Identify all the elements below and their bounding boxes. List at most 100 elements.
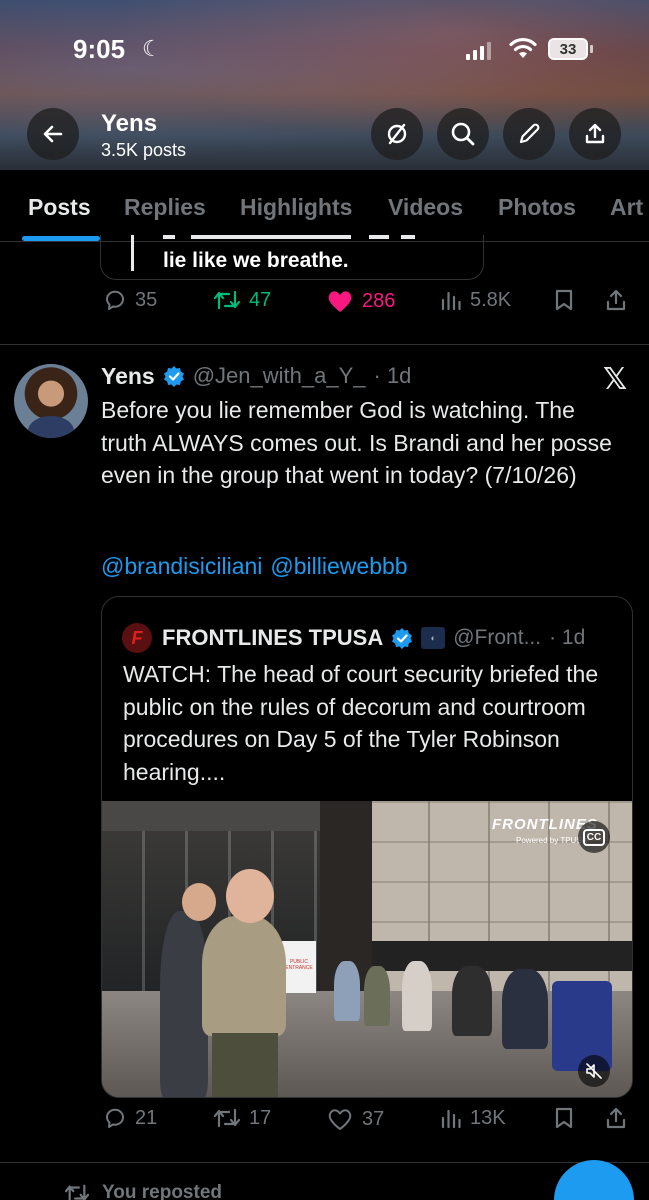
repost-icon xyxy=(64,1184,90,1200)
speaker-muted-icon xyxy=(586,1063,602,1079)
mute-button[interactable] xyxy=(578,1055,610,1087)
text-fragment xyxy=(163,235,175,239)
quoted-author-name: FRONTLINES TPUSA xyxy=(162,625,384,650)
mention-link[interactable]: @billiewebbb xyxy=(270,553,407,579)
reply-button[interactable]: 21 xyxy=(103,1106,157,1130)
previous-quote-card[interactable]: lie like we breathe. xyxy=(100,235,484,280)
bookmark-button[interactable] xyxy=(553,1106,575,1130)
text-fragment xyxy=(369,235,389,239)
seated-person xyxy=(364,966,390,1026)
seated-person xyxy=(402,961,432,1031)
search-button[interactable] xyxy=(437,108,489,160)
quoted-post-card[interactable]: F FRONTLINES TPUSA ◐ @Front... · 1d WATC… xyxy=(101,596,633,1098)
battery-icon: 33 xyxy=(548,38,588,60)
quoted-post-header: FRONTLINES TPUSA ◐ @Front... · 1d xyxy=(162,623,585,653)
repost-icon xyxy=(213,290,241,310)
previous-post-actions: 35 47 286 5.8K xyxy=(0,288,649,328)
wifi-icon xyxy=(509,37,537,58)
tab-art[interactable]: Art xyxy=(610,194,643,221)
reply-button[interactable]: 35 xyxy=(103,288,157,312)
compose-fab-button[interactable] xyxy=(554,1160,634,1200)
views-button[interactable]: 13K xyxy=(440,1106,506,1130)
tab-videos[interactable]: Videos xyxy=(388,194,463,221)
captions-button[interactable]: CC xyxy=(578,821,610,853)
status-time: 9:05 xyxy=(73,34,126,64)
grok-icon xyxy=(387,123,407,145)
author-name[interactable]: Yens xyxy=(101,363,155,390)
share-post-button[interactable] xyxy=(605,1106,627,1130)
repost-icon xyxy=(213,1108,241,1128)
analytics-icon xyxy=(441,1109,461,1129)
status-bar: 9:05 ☾ 33 xyxy=(0,30,649,70)
pencil-icon xyxy=(519,123,540,144)
quote-bar xyxy=(131,235,134,271)
person-head xyxy=(182,883,216,921)
view-count: 5.8K xyxy=(470,288,512,311)
like-count: 286 xyxy=(362,289,396,312)
like-count: 37 xyxy=(362,1107,385,1130)
like-button[interactable]: 37 xyxy=(326,1106,384,1132)
tab-highlights[interactable]: Highlights xyxy=(240,194,352,221)
reply-count: 35 xyxy=(135,288,158,311)
verified-badge-icon xyxy=(392,628,413,649)
profile-name: Yens xyxy=(101,110,158,137)
cc-icon: CC xyxy=(582,828,606,846)
tab-posts[interactable]: Posts xyxy=(28,194,91,221)
share-icon xyxy=(606,1107,626,1129)
tab-photos[interactable]: Photos xyxy=(498,194,576,221)
bookmark-button[interactable] xyxy=(553,288,575,312)
analytics-icon xyxy=(441,291,461,311)
search-icon xyxy=(451,122,475,146)
social-context: You reposted xyxy=(64,1182,222,1200)
x-logo-icon: 𝕏 xyxy=(603,363,628,396)
tab-replies[interactable]: Replies xyxy=(124,194,206,221)
post-mentions: @brandisiciliani @billiewebbb xyxy=(101,553,416,580)
repost-count: 47 xyxy=(249,288,272,311)
seated-person xyxy=(334,961,360,1021)
mention-link[interactable]: @brandisiciliani xyxy=(101,553,262,579)
heart-icon xyxy=(328,1109,352,1130)
reply-icon xyxy=(106,1108,124,1128)
seated-person xyxy=(452,966,492,1036)
views-button[interactable]: 5.8K xyxy=(440,288,511,312)
avatar[interactable] xyxy=(14,364,88,438)
battery-tip xyxy=(590,45,593,53)
like-button[interactable]: 286 xyxy=(326,288,395,314)
quoted-author-handle: @Front... xyxy=(453,626,542,649)
previous-quote-text: lie like we breathe. xyxy=(163,249,349,272)
person xyxy=(160,911,208,1097)
active-tab-indicator xyxy=(22,236,100,241)
arrow-left-icon xyxy=(43,125,63,143)
profile-tabs: Posts Replies Highlights Videos Photos A… xyxy=(0,170,649,242)
video-watermark-sub: Powered by TPUSA xyxy=(516,836,587,845)
compose-button[interactable] xyxy=(503,108,555,160)
share-icon xyxy=(606,289,626,311)
post-header: Yens @Jen_with_a_Y_ · 1d xyxy=(101,362,411,390)
bookmark-icon xyxy=(555,1107,573,1129)
verified-badge-icon xyxy=(163,366,184,387)
back-button[interactable] xyxy=(27,108,79,160)
share-post-button[interactable] xyxy=(605,288,627,312)
bookmark-icon xyxy=(555,289,573,311)
seated-person xyxy=(502,969,548,1049)
grok-button[interactable] xyxy=(371,108,423,160)
officer-head xyxy=(226,869,274,923)
quoted-post-text: WATCH: The head of court security briefe… xyxy=(123,661,599,785)
share-icon xyxy=(585,123,605,144)
reply-icon xyxy=(106,290,124,310)
video-player[interactable]: PUBLIC ENTRANCE FRONTLINES Powered by TP… xyxy=(102,801,632,1097)
repost-button[interactable]: 47 xyxy=(213,288,271,312)
repost-count: 17 xyxy=(249,1106,272,1129)
post-count: 3.5K posts xyxy=(101,140,187,160)
author-handle[interactable]: @Jen_with_a_Y_ xyxy=(193,363,366,389)
battery-level: 33 xyxy=(559,40,577,58)
quoted-post-time: · 1d xyxy=(549,626,586,649)
post-time: · 1d xyxy=(373,363,412,388)
share-button[interactable] xyxy=(569,108,621,160)
text-fragment xyxy=(191,235,351,239)
officer-legs xyxy=(212,1033,278,1097)
quoted-author-avatar: F xyxy=(122,623,152,653)
repost-button[interactable]: 17 xyxy=(213,1106,271,1130)
reply-count: 21 xyxy=(135,1106,158,1129)
officer xyxy=(202,916,286,1036)
